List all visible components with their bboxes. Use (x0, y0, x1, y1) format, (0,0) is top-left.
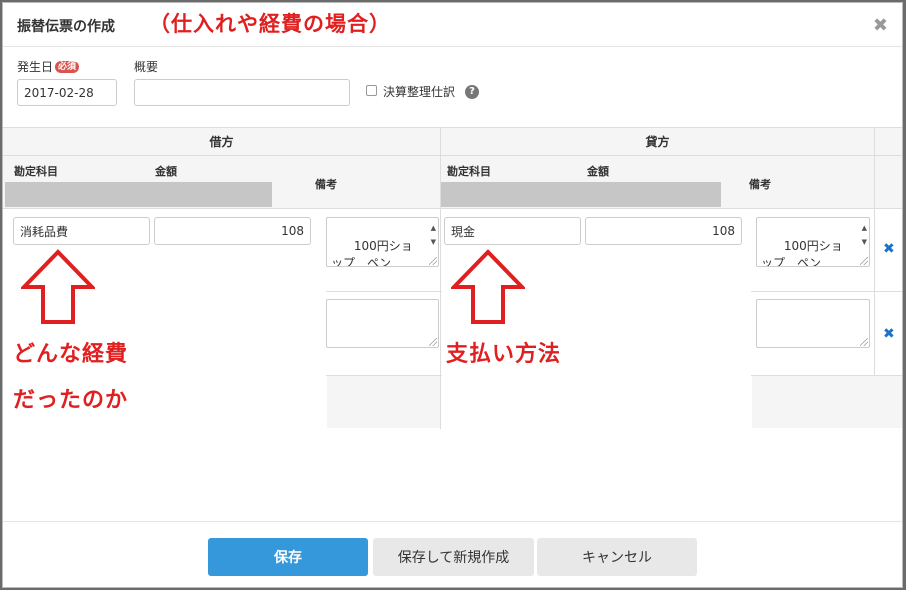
column-divider (440, 127, 441, 429)
scroll-down-icon[interactable]: ▼ (431, 234, 436, 251)
credit-account-label: 勘定科目 (447, 165, 491, 178)
credit-subheader: 勘定科目 金額 備考 (441, 156, 874, 209)
credit-memo-textarea[interactable]: 100円ショップ ペン ▲ ▼ (756, 217, 870, 267)
resize-handle-icon[interactable] (429, 257, 437, 265)
closing-entry-label: 決算整理仕訳 (383, 85, 456, 99)
delete-row-icon[interactable]: ✖ (883, 241, 895, 257)
column-divider (874, 127, 875, 377)
debit-account-label: 勘定科目 (14, 165, 58, 178)
date-input[interactable]: 2017-02-28 (17, 79, 117, 106)
credit-memo-text: 100円ショップ ペン (761, 239, 843, 267)
scroll-down-icon[interactable]: ▼ (862, 234, 867, 251)
close-icon[interactable]: ✖ (873, 15, 888, 36)
date-label-text: 発生日 (17, 60, 54, 74)
debit-memo-textarea-2[interactable] (326, 299, 439, 348)
debit-subheader: 勘定科目 金額 備考 (3, 156, 440, 209)
up-arrow-annotation-icon (21, 249, 95, 324)
summary-input[interactable] (134, 79, 350, 106)
save-button[interactable]: 保存 (208, 538, 368, 576)
resize-handle-icon[interactable] (860, 257, 868, 265)
cancel-button[interactable]: キャンセル (537, 538, 697, 576)
debit-amount-input[interactable]: 108 (154, 217, 311, 245)
dialog-footer: 保存 保存して新規作成 キャンセル (3, 521, 902, 589)
title-annotation: （仕入れや経費の場合） (149, 12, 391, 36)
up-arrow-annotation-icon (451, 249, 525, 324)
credit-gray-block (752, 376, 902, 428)
dialog-header: 振替伝票の作成 （仕入れや経費の場合） ✖ (3, 3, 902, 47)
debit-memo-text: 100円ショップ ペン (331, 239, 413, 267)
save-and-new-button[interactable]: 保存して新規作成 (373, 538, 534, 576)
debit-memo-textarea[interactable]: 100円ショップ ペン ▲ ▼ (326, 217, 439, 267)
credit-header: 貸方 (441, 127, 874, 156)
credit-account-input[interactable]: 現金 (444, 217, 581, 245)
delete-row-icon[interactable]: ✖ (883, 326, 895, 342)
credit-redacted-bar (441, 182, 721, 207)
debit-amount-label: 金額 (155, 165, 177, 178)
row-divider (751, 291, 902, 292)
summary-label: 概要 (134, 60, 159, 74)
credit-annotation-line1: 支払い方法 (446, 342, 562, 367)
debit-memo-label: 備考 (315, 178, 337, 191)
journal-dialog: 振替伝票の作成 （仕入れや経費の場合） ✖ 発生日 必須 2017-02-28 概… (2, 2, 903, 588)
action-header (875, 127, 902, 156)
debit-account-input[interactable]: 消耗品費 (13, 217, 150, 245)
debit-redacted-bar (5, 182, 272, 207)
debit-gray-block (327, 376, 440, 428)
credit-amount-label: 金額 (587, 165, 609, 178)
date-label: 発生日 必須 (17, 58, 80, 75)
debit-header: 借方 (3, 127, 440, 156)
resize-handle-icon[interactable] (429, 338, 437, 346)
help-icon[interactable]: ? (465, 85, 479, 99)
row-divider (326, 291, 442, 292)
action-subheader (875, 156, 902, 209)
credit-memo-textarea-2[interactable] (756, 299, 870, 348)
credit-memo-label: 備考 (749, 178, 771, 191)
debit-annotation-line1: どんな経費 (13, 342, 129, 367)
resize-handle-icon[interactable] (860, 338, 868, 346)
debit-annotation-line2: だったのか (13, 388, 129, 413)
closing-entry-checkbox[interactable] (366, 85, 377, 96)
dialog-title: 振替伝票の作成 (17, 19, 115, 35)
credit-amount-input[interactable]: 108 (585, 217, 742, 245)
required-badge: 必須 (55, 61, 80, 73)
